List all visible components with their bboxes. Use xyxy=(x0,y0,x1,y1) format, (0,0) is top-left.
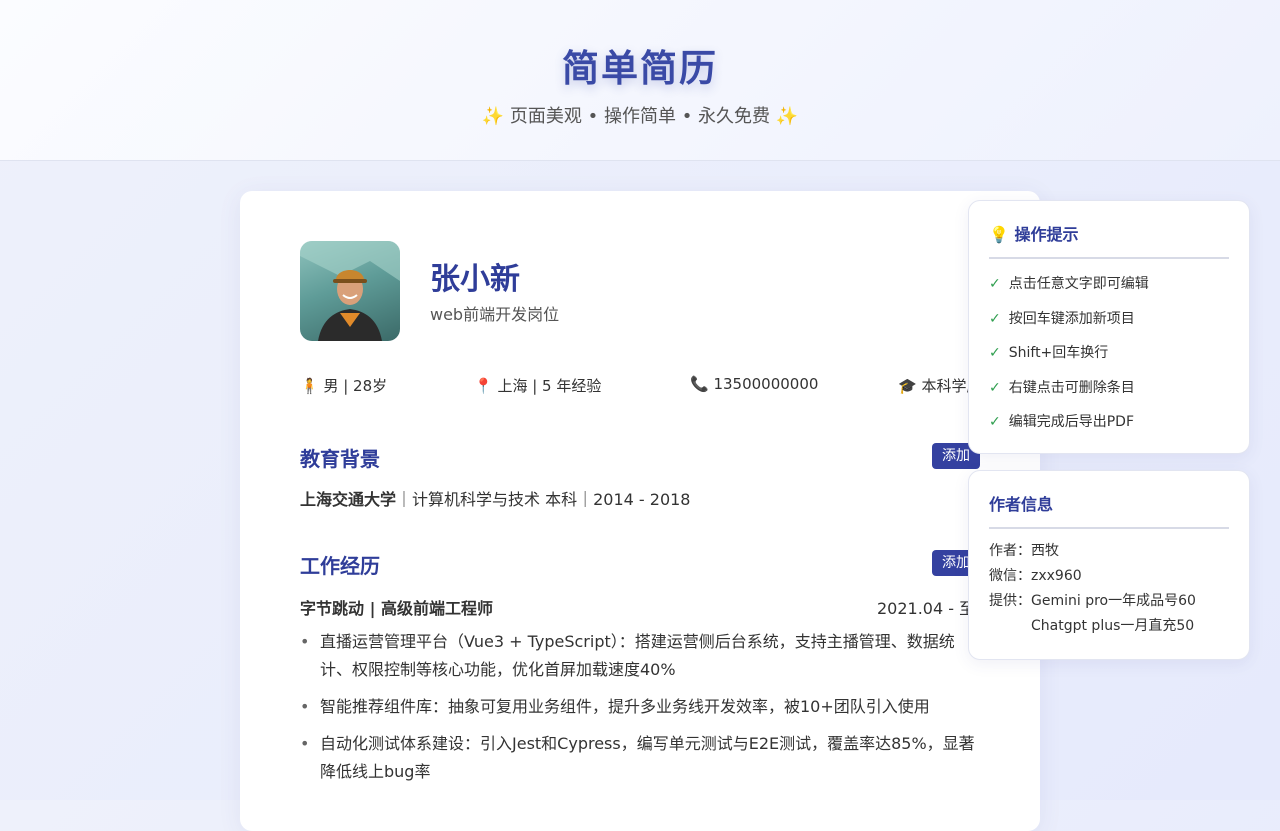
tips-title: 💡 操作提示 xyxy=(989,221,1229,259)
info-gender-age[interactable]: 🧍 男 | 28岁 xyxy=(300,375,387,396)
education-title[interactable]: 教育背景 xyxy=(300,443,380,472)
candidate-name[interactable]: 张小新 xyxy=(430,254,520,298)
work-bullets: 直播运营管理平台（Vue3 + TypeScript）：搭建运营侧后台系统，支持… xyxy=(300,628,980,795)
author-provide-1: 提供：Gemini pro一年成品号60 xyxy=(989,593,1196,609)
check-icon: ✓ xyxy=(989,414,1001,430)
list-item[interactable]: 智能推荐组件库：抽象可复用业务组件，提升多业务线开发效率，被10+团队引入使用 xyxy=(300,693,980,721)
tip-text: Shift+回车换行 xyxy=(1008,345,1109,361)
tip-text: 点击任意文字即可编辑 xyxy=(1008,276,1149,292)
page-subtitle: ✨ 页面美观 • 操作简单 • 永久免费 ✨ xyxy=(481,106,799,127)
tip-text: 按回车键添加新项目 xyxy=(1008,310,1135,327)
list-item: ✓ 按回车键添加新项目 xyxy=(989,308,1149,343)
check-icon: ✓ xyxy=(989,276,1001,292)
resume-card: 张小新 web前端开发岗位 🧍 男 | 28岁 📍 上海 | 5 年经验 📞 1… xyxy=(240,191,1040,831)
page-header: 简单简历 ✨ 页面美观 • 操作简单 • 永久免费 ✨ xyxy=(0,0,1280,161)
tip-text: 右键点击可删除条目 xyxy=(1008,379,1135,396)
list-item[interactable]: 自动化测试体系建设：引入Jest和Cypress，编写单元测试与E2E测试，覆盖… xyxy=(300,730,980,786)
check-icon: ✓ xyxy=(989,345,1001,361)
list-item: ✓ 点击任意文字即可编辑 xyxy=(989,273,1149,308)
list-item: ✓ 右键点击可删除条目 xyxy=(989,377,1149,412)
author-title: 作者信息 xyxy=(989,491,1229,529)
avatar[interactable] xyxy=(300,241,400,341)
author-wechat: 微信：zxx960 xyxy=(989,568,1082,584)
page-title: 简单简历 xyxy=(562,47,718,90)
check-icon: ✓ xyxy=(989,310,1001,327)
tips-list: ✓ 点击任意文字即可编辑 ✓ 按回车键添加新项目 ✓ Shift+回车换行 ✓ 右键点击… xyxy=(989,273,1149,446)
check-icon: ✓ xyxy=(989,379,1001,396)
author-panel: 作者信息 作者：西牧 微信：zxx960 提供：Gemini pro一年成品号6… xyxy=(968,470,1250,660)
list-item: ✓ Shift+回车换行 xyxy=(989,342,1149,377)
work-company-role[interactable]: 字节跳动 | 高级前端工程师 xyxy=(300,595,493,619)
tips-panel: 💡 操作提示 ✓ 点击任意文字即可编辑 ✓ 按回车键添加新项目 ✓ Shift+回车换… xyxy=(968,200,1250,454)
work-title[interactable]: 工作经历 xyxy=(300,550,380,579)
author-info: 作者：西牧 微信：zxx960 提供：Gemini pro一年成品号60 Cha… xyxy=(989,539,1196,639)
education-detail: ｜计算机科学与技术 本科｜2014 - 2018 xyxy=(396,490,691,509)
education-entry[interactable]: 上海交通大学｜计算机科学与技术 本科｜2014 - 2018 xyxy=(300,486,691,510)
candidate-role[interactable]: web前端开发岗位 xyxy=(430,301,559,325)
company-role-text: 字节跳动 | 高级前端工程师 xyxy=(300,599,493,618)
list-item: ✓ 编辑完成后导出PDF xyxy=(989,411,1149,446)
list-item[interactable]: 直播运营管理平台（Vue3 + TypeScript）：搭建运营侧后台系统，支持… xyxy=(300,628,980,684)
school-name: 上海交通大学 xyxy=(300,490,397,509)
author-name: 作者：西牧 xyxy=(989,543,1059,559)
info-location[interactable]: 📍 上海 | 5 年经验 xyxy=(474,375,601,396)
tip-text: 编辑完成后导出PDF xyxy=(1008,414,1135,430)
person-photo-icon xyxy=(300,241,400,341)
info-phone[interactable]: 📞 13500000000 xyxy=(690,375,818,393)
author-provide-2: Chatgpt plus一月直充50 xyxy=(1031,618,1195,634)
